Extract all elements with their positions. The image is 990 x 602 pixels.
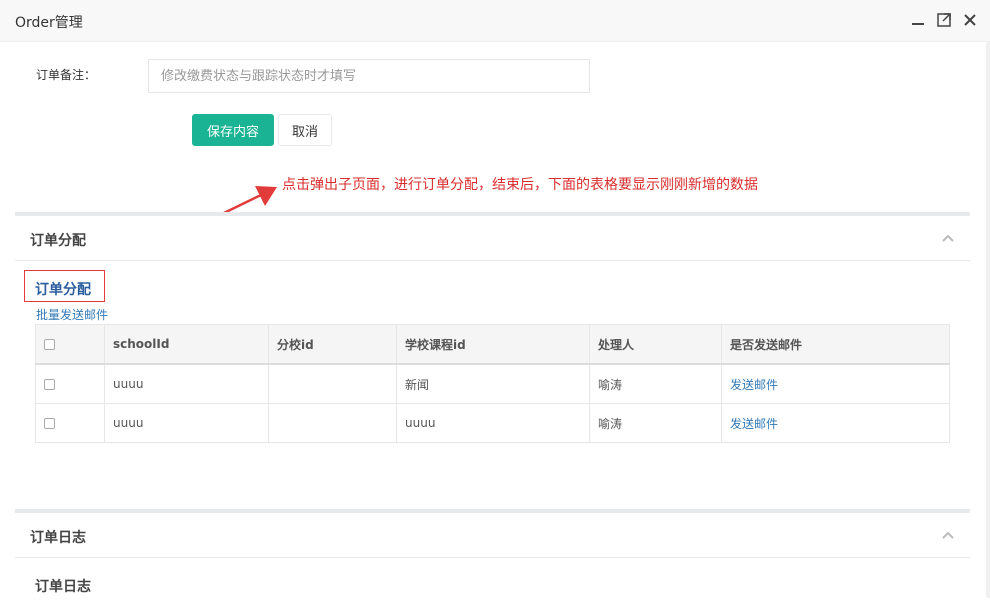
table-row: uuuu uuuu 喻涛 发送邮件 [35,403,950,443]
window-titlebar: Order管理 [0,0,990,42]
remark-input[interactable] [148,59,590,93]
batch-send-email-link[interactable]: 批量发送邮件 [36,306,108,323]
allocation-panel-header: 订单分配 [15,216,970,261]
send-email-link[interactable]: 发送邮件 [730,417,778,431]
remark-label: 订单备注： [36,68,97,82]
email-action-cell: 发送邮件 [721,363,950,404]
table-header-row: schoolId 分校id 学校课程id 处理人 是否发送邮件 [35,324,950,365]
handler-cell: 喻涛 [589,403,722,443]
minimize-icon[interactable] [909,11,927,29]
allocation-subtitle: 订单分配 [35,282,91,298]
course-id-cell: uuuu [396,403,590,443]
row-select-cell [35,363,105,404]
cancel-button[interactable]: 取消 [278,114,332,146]
row-checkbox[interactable] [44,379,55,390]
column-header: 是否发送邮件 [721,324,950,365]
scrollbar[interactable] [986,42,990,598]
save-button[interactable]: 保存内容 [192,114,274,146]
annotation-text: 点击弹出子页面，进行订单分配，结束后，下面的表格要显示刚刚新增的数据 [282,177,758,193]
school-id-cell: uuuu [104,403,269,443]
column-header: 处理人 [589,324,722,365]
allocation-panel-title: 订单分配 [30,233,86,249]
maximize-icon[interactable] [935,11,953,29]
course-id-cell: 新闻 [396,363,590,404]
column-header: 学校课程id [396,324,590,365]
allocation-subtitle-box: 订单分配 [24,270,105,302]
log-panel-header: 订单日志 [15,513,970,558]
log-panel-title: 订单日志 [30,530,86,546]
school-id-cell: uuuu [104,363,269,404]
handler-cell: 喻涛 [589,363,722,404]
email-action-cell: 发送邮件 [721,403,950,443]
branch-id-cell [268,363,397,404]
branch-id-cell [268,403,397,443]
table-row: uuuu 新闻 喻涛 发送邮件 [35,363,950,404]
close-icon[interactable] [961,11,979,29]
log-subtitle: 订单日志 [35,579,91,595]
chevron-up-icon[interactable] [941,529,955,541]
allocation-table: schoolId 分校id 学校课程id 处理人 是否发送邮件 uuuu 新闻 … [35,324,950,443]
chevron-up-icon[interactable] [941,232,955,244]
window-title: Order管理 [15,15,83,31]
send-email-link[interactable]: 发送邮件 [730,378,778,392]
log-panel: 订单日志 [15,509,970,602]
column-header: schoolId [104,324,269,365]
column-header: 分校id [268,324,397,365]
row-checkbox[interactable] [44,418,55,429]
select-all-checkbox[interactable] [44,339,55,350]
row-select-cell [35,403,105,443]
header-select-cell [35,324,105,365]
